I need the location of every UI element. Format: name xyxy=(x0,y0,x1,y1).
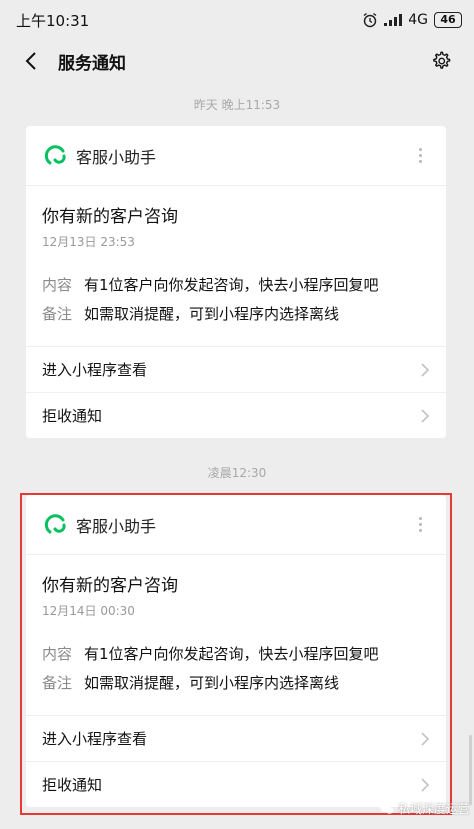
time-divider: 凌晨12:30 xyxy=(207,466,267,480)
note-field: 备注 如需取消提醒，可到小程序内选择离线 xyxy=(42,303,430,324)
open-mini-program-row[interactable]: 进入小程序查看 xyxy=(26,346,446,392)
scrollbar[interactable] xyxy=(469,735,472,805)
card-header: 客服小助手 xyxy=(26,126,446,186)
open-mini-program-row[interactable]: 进入小程序查看 xyxy=(26,715,446,761)
open-mini-program-label: 进入小程序查看 xyxy=(42,361,148,379)
alarm-icon xyxy=(363,12,377,28)
message-date: 12月13日 23:53 xyxy=(42,235,135,249)
message-fields: 内容 有1位客户向你发起咨询，快去小程序回复吧 备注 如需取消提醒，可到小程序内… xyxy=(42,643,430,715)
notification-card[interactable]: 客服小助手 你有新的客户咨询 12月14日 00:30 内容 有1位客户向你发起… xyxy=(26,495,446,807)
card-body: 你有新的客户咨询 12月13日 23:53 内容 有1位客户向你发起咨询，快去小… xyxy=(26,186,446,346)
status-bar: 上午10:31 4G 46 xyxy=(0,0,474,40)
watermark: 私域深度运营 xyxy=(380,800,470,817)
content-value: 有1位客户向你发起咨询，快去小程序回复吧 xyxy=(84,276,379,294)
service-bubble-icon xyxy=(44,513,66,533)
content-field: 内容 有1位客户向你发起咨询，快去小程序回复吧 xyxy=(42,274,430,295)
message-title: 你有新的客户咨询 xyxy=(42,576,178,596)
reject-notification-label: 拒收通知 xyxy=(42,776,103,794)
watermark-text: 私域深度运营 xyxy=(398,802,471,816)
chevron-right-icon xyxy=(421,408,430,423)
message-fields: 内容 有1位客户向你发起咨询，快去小程序回复吧 备注 如需取消提醒，可到小程序内… xyxy=(42,274,430,346)
chevron-right-icon xyxy=(421,362,430,377)
back-button[interactable] xyxy=(10,40,52,82)
service-bubble-icon xyxy=(44,144,66,164)
note-field: 备注 如需取消提醒，可到小程序内选择离线 xyxy=(42,672,430,693)
time-divider: 昨天 晚上11:53 xyxy=(193,98,281,112)
note-label: 备注 xyxy=(42,674,73,692)
note-value: 如需取消提醒，可到小程序内选择离线 xyxy=(84,674,340,692)
network-type: 4G xyxy=(408,12,428,28)
wechat-logo-icon xyxy=(380,803,394,814)
open-mini-program-label: 进入小程序查看 xyxy=(42,730,148,748)
message-date: 12月14日 00:30 xyxy=(42,604,135,618)
app-name: 客服小助手 xyxy=(76,516,157,536)
status-time: 上午10:31 xyxy=(16,11,90,30)
page-title: 服务通知 xyxy=(58,53,126,74)
card-header: 客服小助手 xyxy=(26,495,446,555)
gear-icon xyxy=(433,51,451,69)
more-vertical-icon[interactable] xyxy=(410,513,430,537)
nav-bar: 服务通知 xyxy=(0,40,474,82)
chevron-right-icon xyxy=(421,777,430,792)
message-title: 你有新的客户咨询 xyxy=(42,207,178,227)
battery-icon: 46 xyxy=(434,12,462,28)
signal-icon xyxy=(384,14,403,26)
card-body: 你有新的客户咨询 12月14日 00:30 内容 有1位客户向你发起咨询，快去小… xyxy=(26,555,446,715)
content-label: 内容 xyxy=(42,645,73,663)
reject-notification-row[interactable]: 拒收通知 xyxy=(26,392,446,438)
note-value: 如需取消提醒，可到小程序内选择离线 xyxy=(84,305,340,323)
chevron-right-icon xyxy=(421,731,430,746)
reject-notification-label: 拒收通知 xyxy=(42,407,103,425)
more-vertical-icon[interactable] xyxy=(410,144,430,168)
note-label: 备注 xyxy=(42,305,73,323)
content-field: 内容 有1位客户向你发起咨询，快去小程序回复吧 xyxy=(42,643,430,664)
content-value: 有1位客户向你发起咨询，快去小程序回复吧 xyxy=(84,645,379,663)
status-icons: 4G 46 xyxy=(362,12,462,28)
content-label: 内容 xyxy=(42,276,73,294)
notification-card[interactable]: 客服小助手 你有新的客户咨询 12月13日 23:53 内容 有1位客户向你发起… xyxy=(26,126,446,438)
settings-button[interactable] xyxy=(420,40,462,82)
chevron-left-icon xyxy=(25,52,36,70)
app-name: 客服小助手 xyxy=(76,147,157,167)
bottom-edge xyxy=(0,820,474,829)
